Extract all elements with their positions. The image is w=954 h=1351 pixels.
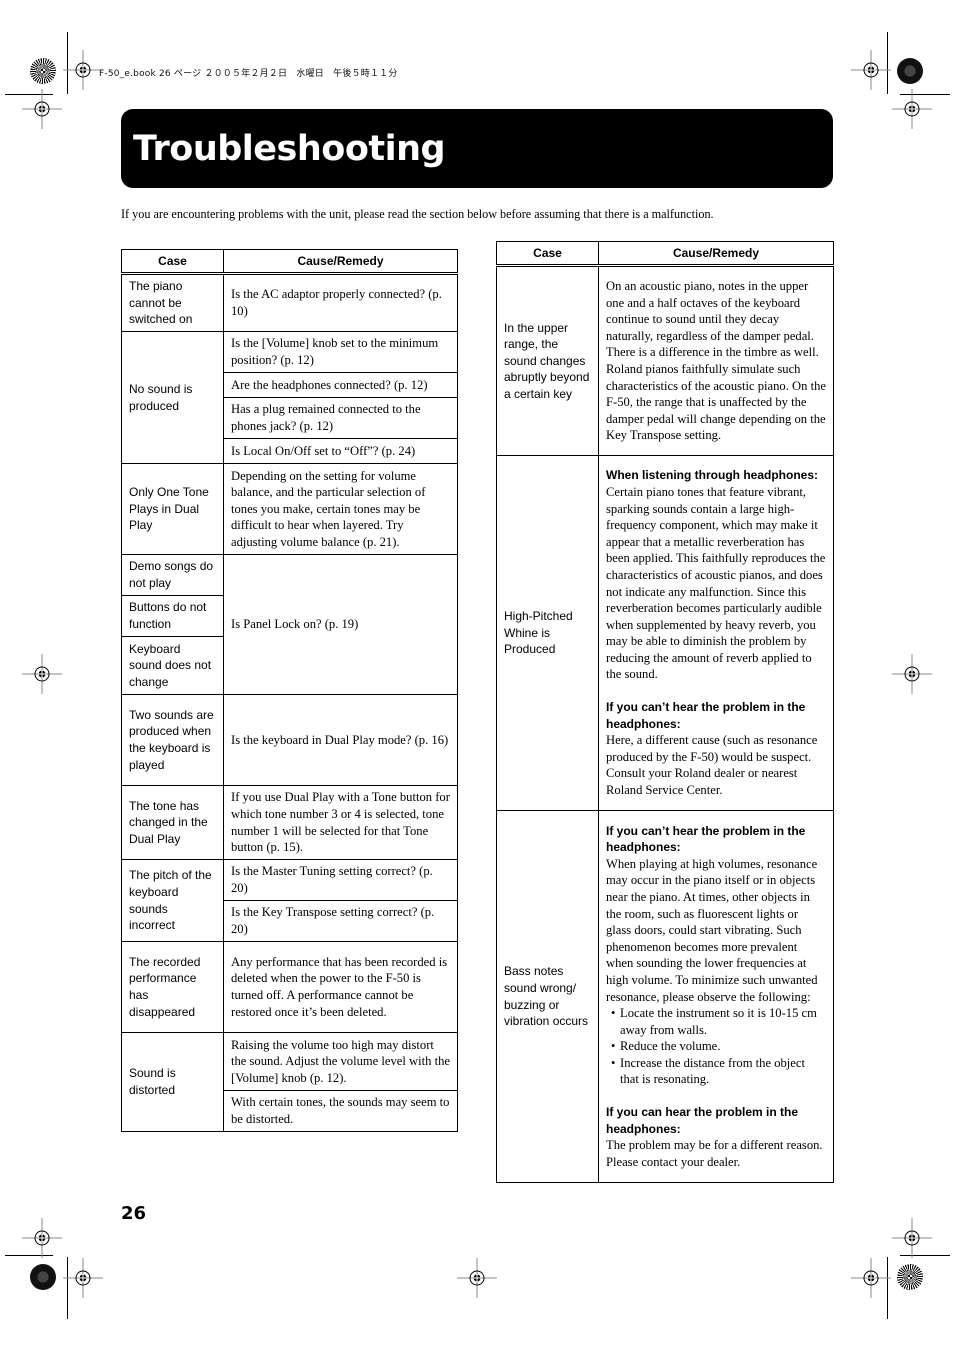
registration-mark-icon xyxy=(457,1258,497,1298)
color-target-icon xyxy=(897,1264,923,1290)
remedy-paragraph: Certain piano tones that feature vibrant… xyxy=(606,484,826,682)
remedy-paragraph: When playing at high volumes, resonance … xyxy=(606,856,818,1004)
table-row: Only One Tone Plays in Dual Play Dependi… xyxy=(121,463,458,555)
remedy-cell: When listening through headphones: Certa… xyxy=(598,455,834,811)
case-cell: Sound is distorted xyxy=(121,1032,224,1132)
list-item: Reduce the volume. xyxy=(611,1038,826,1055)
case-cell: No sound is produced xyxy=(121,331,224,464)
remedy-cell: Any performance that has been recorded i… xyxy=(223,941,458,1033)
remedy-heading: If you can hear the problem in the headp… xyxy=(606,1105,799,1136)
troubleshooting-table-right: Case Cause/Remedy In the upper range, th… xyxy=(496,241,834,1183)
remedy-heading: If you can’t hear the problem in the hea… xyxy=(606,823,806,855)
remedy-cell: Is the AC adaptor properly connected? (p… xyxy=(223,273,458,332)
table-row: Demo songs do not play Is Panel Lock on?… xyxy=(121,554,458,695)
column-header-remedy: Cause/Remedy xyxy=(223,249,458,275)
registration-mark-icon xyxy=(63,1258,103,1298)
remedy-cell: Raising the volume too high may distort … xyxy=(223,1032,458,1091)
remedy-cell: Depending on the setting for volume bala… xyxy=(223,463,458,555)
table-row: The piano cannot be switched on Is the A… xyxy=(121,273,458,332)
remedy-bullet-list: Locate the instrument so it is 10-15 cm … xyxy=(606,1005,826,1088)
remedy-paragraph: Here, a different cause (such as resonan… xyxy=(606,733,818,798)
column-header-case: Case xyxy=(121,249,224,275)
page-number: 26 xyxy=(121,1203,147,1224)
remedy-cell: On an acoustic piano, notes in the upper… xyxy=(598,265,834,456)
table-row: The tone has changed in the Dual Play If… xyxy=(121,785,458,860)
column-header-remedy: Cause/Remedy xyxy=(598,241,834,267)
table-row: No sound is produced Is the [Volume] kno… xyxy=(121,331,458,464)
remedy-cell: Has a plug remained connected to the pho… xyxy=(223,397,458,439)
table-row: In the upper range, the sound changes ab… xyxy=(496,265,834,456)
registration-mark-icon xyxy=(851,1258,891,1298)
troubleshooting-table-left: Case Cause/Remedy The piano cannot be sw… xyxy=(121,249,458,1132)
remedy-heading: When listening through headphones: xyxy=(606,468,818,483)
remedy-cell: Is the [Volume] knob set to the minimum … xyxy=(223,331,458,373)
remedy-paragraph: The problem may be for a different reaso… xyxy=(606,1138,823,1169)
registration-mark-icon xyxy=(22,654,62,694)
remedy-heading: If you can’t hear the problem in the hea… xyxy=(606,700,806,731)
case-cell: In the upper range, the sound changes ab… xyxy=(496,265,599,456)
case-cell: Bass notes sound wrong/ buzzing or vibra… xyxy=(496,810,599,1183)
table-row: High-Pitched Whine is Produced When list… xyxy=(496,455,834,811)
table-row: The recorded performance has disappeared… xyxy=(121,941,458,1033)
title-banner: Troubleshooting xyxy=(121,109,833,188)
print-job-info: F-50_e.book 26 ページ ２００５年２月２日 水曜日 午後５時１１分 xyxy=(99,69,398,79)
case-cell: The piano cannot be switched on xyxy=(121,273,224,332)
registration-mark-icon xyxy=(22,1218,62,1258)
page-title: Troubleshooting xyxy=(133,129,446,169)
remedy-cell: If you can’t hear the problem in the hea… xyxy=(598,810,834,1183)
remedy-cell: Is the Key Transpose setting correct? (p… xyxy=(223,900,458,942)
registration-mark-icon xyxy=(63,50,103,90)
remedy-cell: If you use Dual Play with a Tone button … xyxy=(223,785,458,860)
remedy-cell: Is the Master Tuning setting correct? (p… xyxy=(223,859,458,901)
table-row: Bass notes sound wrong/ buzzing or vibra… xyxy=(496,810,834,1183)
registration-mark-icon xyxy=(892,89,932,129)
case-cell: The recorded performance has disappeared xyxy=(121,941,224,1033)
table-row: The pitch of the keyboard sounds incorre… xyxy=(121,859,458,942)
registration-mark-icon xyxy=(22,89,62,129)
remedy-cell: Are the headphones connected? (p. 12) xyxy=(223,372,458,398)
list-item: Locate the instrument so it is 10-15 cm … xyxy=(611,1005,826,1038)
color-target-icon xyxy=(897,58,923,84)
registration-mark-icon xyxy=(892,1218,932,1258)
remedy-cell: Is Panel Lock on? (p. 19) xyxy=(223,554,458,695)
case-cell: Keyboard sound does not change xyxy=(121,636,224,695)
case-cell: Only One Tone Plays in Dual Play xyxy=(121,463,224,555)
column-header-case: Case xyxy=(496,241,599,267)
remedy-cell: Is Local On/Off set to “Off”? (p. 24) xyxy=(223,438,458,464)
table-row: Two sounds are produced when the keyboar… xyxy=(121,694,458,786)
remedy-cell: With certain tones, the sounds may seem … xyxy=(223,1090,458,1132)
case-cell: The tone has changed in the Dual Play xyxy=(121,785,224,860)
color-target-icon xyxy=(30,1264,56,1290)
table-row: Sound is distorted Raising the volume to… xyxy=(121,1032,458,1132)
list-item: Increase the distance from the object th… xyxy=(611,1055,826,1088)
color-target-icon xyxy=(30,58,56,84)
case-cell: High-Pitched Whine is Produced xyxy=(496,455,599,811)
case-cell: Demo songs do not play xyxy=(121,554,224,596)
registration-mark-icon xyxy=(851,50,891,90)
remedy-cell: Is the keyboard in Dual Play mode? (p. 1… xyxy=(223,694,458,786)
case-cell: Buttons do not function xyxy=(121,595,224,637)
case-cell: Two sounds are produced when the keyboar… xyxy=(121,694,224,786)
intro-text: If you are encountering problems with th… xyxy=(121,207,714,221)
case-cell: The pitch of the keyboard sounds incorre… xyxy=(121,859,224,942)
registration-mark-icon xyxy=(892,654,932,694)
